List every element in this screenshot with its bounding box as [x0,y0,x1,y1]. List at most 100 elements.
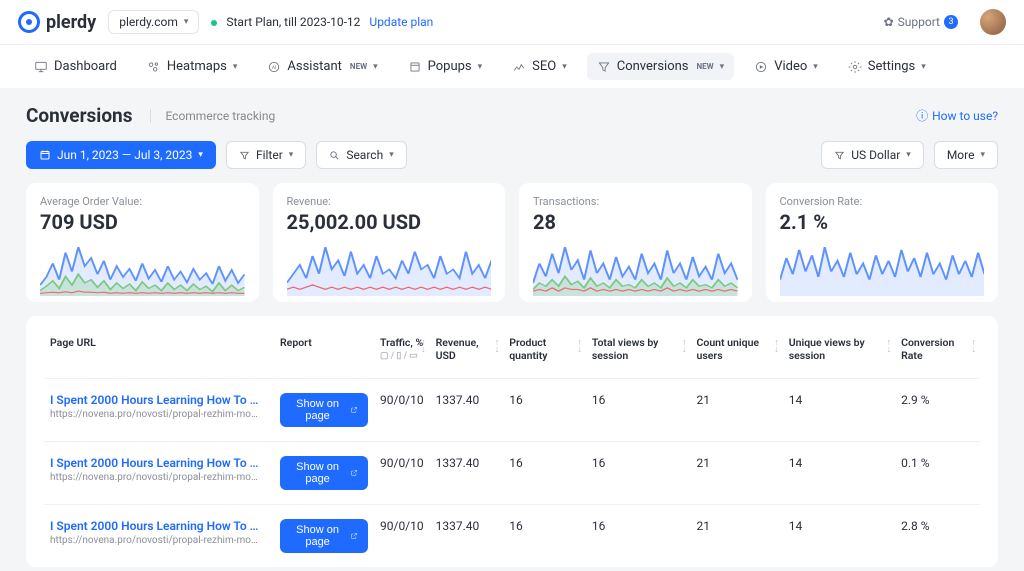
nav-seo[interactable]: SEO ▾ [502,53,577,80]
table-row: I Spent 2000 Hours Learning How To Learn… [44,505,980,568]
date-range-button[interactable]: Jun 1, 2023 — Jul 3, 2023 ▾ [26,141,216,169]
cell-users: 21 [691,505,783,568]
update-plan-link[interactable]: Update plan [369,15,433,29]
chevron-down-icon: ▾ [478,62,483,72]
more-button[interactable]: More ▾ [934,141,998,169]
popup-icon [408,60,422,74]
video-icon [754,60,768,74]
card-label: Average Order Value: [40,195,245,208]
nav-assistant[interactable]: AI AssistantNEW ▾ [257,53,387,80]
col-views[interactable]: Total views by session↑↓ [586,326,691,379]
col-traffic[interactable]: Traffic, %▢ / ▯ / ▭↑↓ [374,326,430,379]
col-users[interactable]: Count unique users↑↓ [691,326,783,379]
chevron-down-icon: ▾ [980,150,985,160]
cell-revenue: 1337.40 [430,442,504,505]
nav-conversions[interactable]: ConversionsNEW ▾ [587,53,734,80]
nav-settings[interactable]: Settings ▾ [838,53,936,80]
cell-conv: 2.8 % [895,505,980,568]
chevron-down-icon: ▾ [562,62,567,72]
chevron-down-icon: ▾ [720,62,725,72]
support-count-badge: 3 [944,15,958,29]
monitor-icon [34,60,48,74]
external-link-icon [350,405,358,415]
card-value: 2.1 % [780,210,985,234]
cell-revenue: 1337.40 [430,379,504,442]
cell-uviews: 14 [783,379,895,442]
cell-traffic: 90/0/10 [374,442,430,505]
how-to-link[interactable]: ⓘ How to use? [916,107,998,124]
col-report: Report [274,326,374,379]
sparkline-chart [287,240,492,296]
logo-icon [18,11,40,33]
domain-label: plerdy.com [119,15,178,29]
nav-video[interactable]: Video ▾ [744,53,828,80]
col-uviews[interactable]: Unique views by session↑↓ [783,326,895,379]
col-product[interactable]: Product quantity↑↓ [503,326,586,379]
show-on-page-button[interactable]: Show on page [280,393,368,427]
show-on-page-button[interactable]: Show on page [280,519,368,553]
metric-card: Revenue: 25,002.00 USD [273,183,506,302]
search-button[interactable]: Search ▾ [316,141,406,169]
cell-uviews: 14 [783,442,895,505]
cell-views: 16 [586,442,691,505]
plan-info: Start Plan, till 2023-10-12 Update plan [211,15,433,29]
chevron-down-icon: ▾ [289,150,294,160]
row-url: https://novena.pro/novosti/propal-rezhim… [50,409,260,420]
metric-card: Transactions: 28 [519,183,752,302]
svg-text:AI: AI [272,64,276,70]
col-page-url: Page URL [44,326,274,379]
domain-selector[interactable]: plerdy.com ▾ [108,10,199,34]
help-icon: ⓘ [916,107,928,124]
col-conv[interactable]: Conversion Rate↑↓ [895,326,980,379]
table-row: I Spent 2000 Hours Learning How To Learn… [44,379,980,442]
row-url: https://novena.pro/novosti/propal-rezhim… [50,472,260,483]
nav-popups[interactable]: Popups ▾ [398,53,493,80]
metric-card: Conversion Rate: 2.1 % [766,183,999,302]
page-title: Conversions [26,104,132,127]
nav-heatmaps[interactable]: Heatmaps ▾ [137,53,248,80]
sparkline-chart [40,240,245,296]
cell-traffic: 90/0/10 [374,379,430,442]
show-on-page-button[interactable]: Show on page [280,456,368,490]
chevron-down-icon: ▾ [233,62,238,72]
table-row: I Spent 2000 Hours Learning How To Learn… [44,442,980,505]
funnel-icon [597,60,611,74]
card-value: 25,002.00 USD [287,210,492,234]
gear-icon [848,60,862,74]
row-title-link[interactable]: I Spent 2000 Hours Learning How To Learn… [50,456,260,470]
col-revenue[interactable]: Revenue, USD↑↓ [430,326,504,379]
row-url: https://novena.pro/novosti/propal-rezhim… [50,535,260,546]
support-link[interactable]: ✿ Support 3 [884,15,958,29]
cell-users: 21 [691,442,783,505]
cell-product: 16 [503,505,586,568]
external-link-icon [350,531,358,541]
chevron-down-icon: ▾ [921,62,926,72]
filter-icon [239,150,250,161]
card-value: 709 USD [40,210,245,234]
chevron-down-icon: ▾ [184,17,189,27]
cell-views: 16 [586,379,691,442]
cell-traffic: 90/0/10 [374,505,430,568]
cell-revenue: 1337.40 [430,505,504,568]
plan-text: Start Plan, till 2023-10-12 [226,15,360,29]
status-dot-icon [211,20,217,26]
currency-button[interactable]: US Dollar ▾ [821,141,924,169]
brand-name: plerdy [46,12,96,33]
chevron-down-icon: ▾ [906,150,911,160]
assistant-icon: AI [267,60,281,74]
filter-icon [834,150,845,161]
brand-logo[interactable]: plerdy [18,11,96,33]
row-title-link[interactable]: I Spent 2000 Hours Learning How To Learn… [50,519,260,533]
chevron-down-icon: ▾ [813,62,818,72]
calendar-icon [39,149,51,161]
filter-button[interactable]: Filter ▾ [226,141,306,169]
support-label: Support [898,15,940,29]
nav-dashboard[interactable]: Dashboard [24,53,127,80]
row-title-link[interactable]: I Spent 2000 Hours Learning How To Learn… [50,393,260,407]
chevron-down-icon: ▾ [373,62,378,72]
avatar[interactable] [980,9,1006,35]
cell-product: 16 [503,379,586,442]
sparkline-chart [780,240,985,296]
cell-uviews: 14 [783,505,895,568]
seo-icon [512,60,526,74]
